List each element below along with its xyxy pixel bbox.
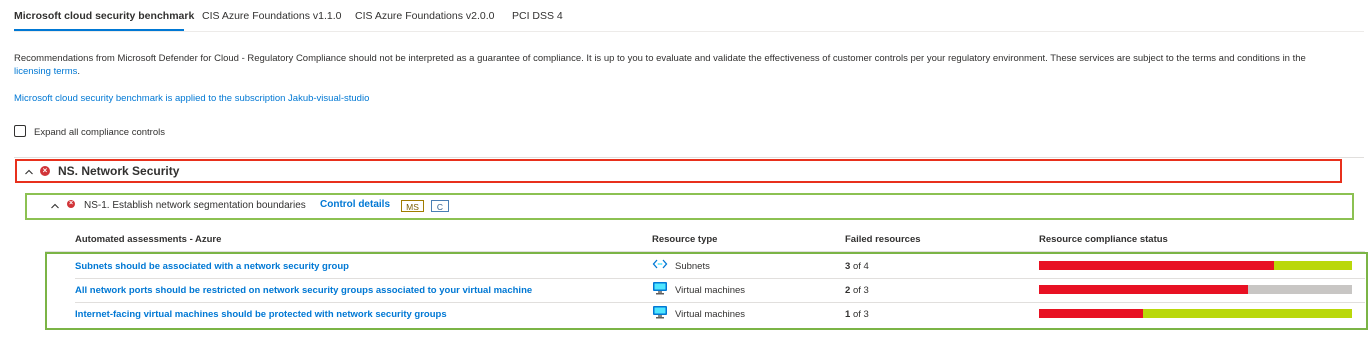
tab-cis-azure-v1-1-0[interactable]: CIS Azure Foundations v1.1.0 (202, 10, 342, 22)
tab-microsoft-cloud-security-benchmark[interactable]: Microsoft cloud security benchmark (14, 10, 194, 22)
ms-badge: MS (401, 200, 424, 212)
remaining-segment (1143, 309, 1352, 318)
table-row[interactable]: Internet-facing virtual machines should … (47, 302, 1366, 326)
control-title: NS-1. Establish network segmentation bou… (84, 200, 306, 211)
assessment-name-link[interactable]: Internet-facing virtual machines should … (75, 309, 447, 320)
assessment-name-link[interactable]: Subnets should be associated with a netw… (75, 261, 349, 272)
failed-count: 3 (845, 261, 851, 272)
licensing-terms-link[interactable]: licensing terms (14, 66, 77, 77)
virtual-machine-icon (653, 306, 667, 319)
header-compliance-status: Resource compliance status (1039, 234, 1168, 245)
resource-type: Subnets (675, 261, 710, 272)
table-row[interactable]: Subnets should be associated with a netw… (47, 254, 1366, 278)
header-failed-resources: Failed resources (845, 234, 921, 245)
c-badge: C (431, 200, 449, 212)
failed-segment (1039, 261, 1274, 270)
remaining-segment (1247, 285, 1352, 294)
header-assessments: Automated assessments - Azure (75, 234, 222, 245)
expand-all-checkbox[interactable] (14, 125, 26, 137)
chevron-up-icon[interactable] (50, 201, 60, 211)
subnet-icon (652, 259, 668, 269)
section-divider (14, 157, 1364, 158)
assessment-name-link[interactable]: All network ports should be restricted o… (75, 285, 532, 296)
tabs-divider (14, 31, 1364, 32)
chevron-up-icon[interactable] (24, 167, 34, 177)
header-divider (45, 251, 1365, 252)
remaining-segment (1273, 261, 1352, 270)
total-count: of 3 (852, 309, 869, 320)
compliance-bar (1039, 285, 1352, 294)
highlight-section-box (15, 159, 1342, 183)
control-details-link[interactable]: Control details (320, 199, 390, 210)
error-icon: × (67, 200, 75, 208)
compliance-bar (1039, 309, 1352, 318)
failed-resources: 1 of 3 (845, 309, 869, 320)
failed-count: 2 (845, 285, 851, 296)
failed-segment (1039, 309, 1144, 318)
disclaimer-text: Recommendations from Microsoft Defender … (14, 53, 1306, 64)
tab-cis-azure-v2-0-0[interactable]: CIS Azure Foundations v2.0.0 (355, 10, 495, 22)
virtual-machine-icon (653, 282, 667, 295)
benchmark-applied-link[interactable]: Microsoft cloud security benchmark is ap… (14, 93, 369, 104)
error-icon: × (40, 166, 50, 176)
failed-count: 1 (845, 309, 851, 320)
failed-resources: 2 of 3 (845, 285, 869, 296)
total-count: of 4 (852, 261, 869, 272)
header-resource-type: Resource type (652, 234, 718, 245)
resource-type: Virtual machines (675, 309, 746, 320)
compliance-bar (1039, 261, 1352, 270)
disclaimer-end: . (77, 66, 80, 77)
expand-all-label: Expand all compliance controls (34, 127, 165, 138)
tab-pci-dss-4[interactable]: PCI DSS 4 (512, 10, 563, 22)
section-title: NS. Network Security (58, 164, 180, 178)
total-count: of 3 (852, 285, 869, 296)
compliance-disclaimer: Recommendations from Microsoft Defender … (14, 52, 1359, 78)
failed-resources: 3 of 4 (845, 261, 869, 272)
failed-segment (1039, 285, 1248, 294)
table-row[interactable]: All network ports should be restricted o… (47, 278, 1366, 302)
resource-type: Virtual machines (675, 285, 746, 296)
